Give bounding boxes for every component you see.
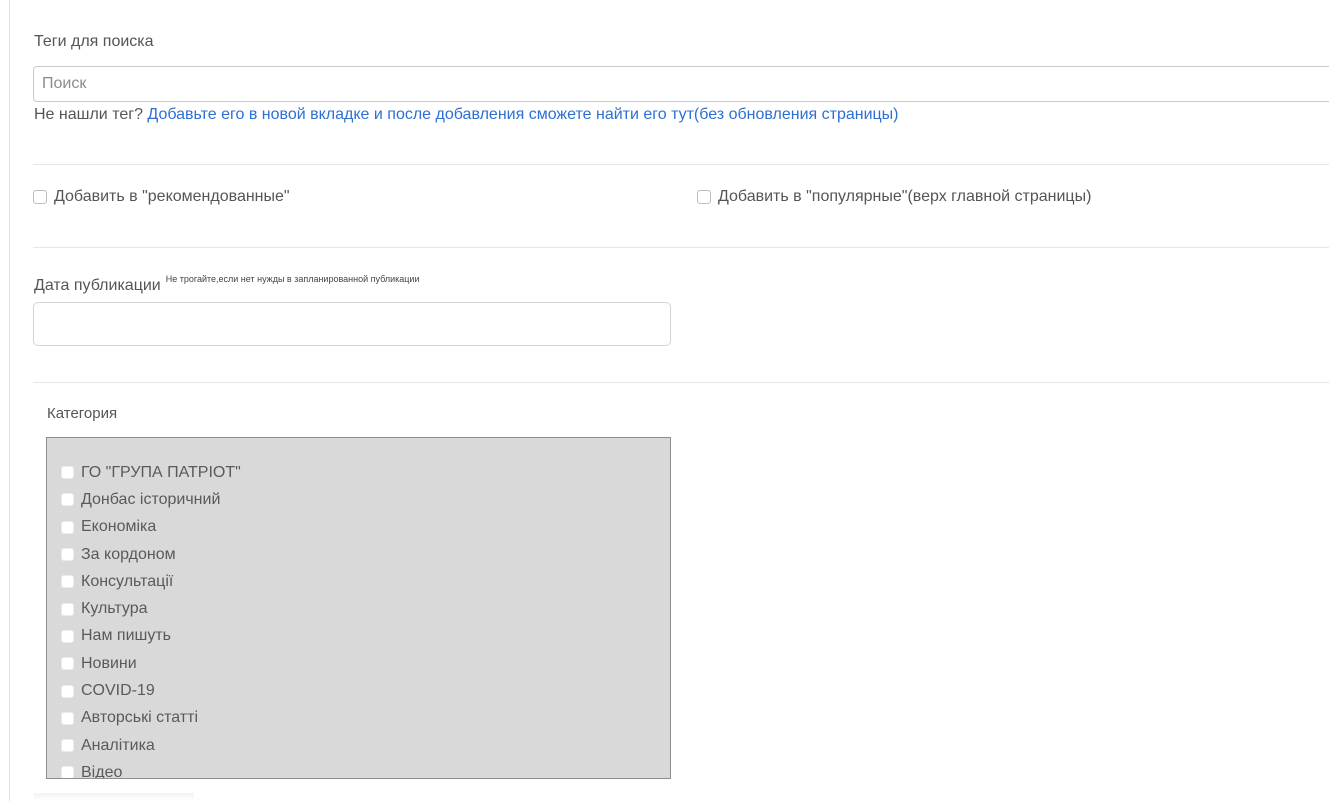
category-item[interactable]: Авторські статті (47, 705, 670, 732)
recommended-checkbox[interactable] (33, 190, 47, 204)
left-border (9, 0, 10, 801)
publication-date-title: Дата публикации (34, 277, 161, 294)
divider (33, 164, 1329, 165)
publication-date-input[interactable] (33, 302, 671, 346)
category-checkbox[interactable] (61, 766, 74, 778)
publication-date-note: Не трогайте,если нет нужды в запланирова… (165, 274, 420, 284)
category-item[interactable]: Відео (47, 759, 670, 779)
category-item[interactable]: ГО "ГРУПА ПАТРІОТ" (47, 459, 670, 486)
category-item[interactable]: Аналітика (47, 732, 670, 759)
category-item-label: Економіка (81, 518, 157, 536)
category-checkbox[interactable] (61, 602, 74, 616)
divider (33, 382, 1329, 383)
publication-date-label: Дата публикации Не трогайте,если нет нужд… (34, 274, 419, 295)
category-item-label: Відео (81, 763, 123, 779)
category-checkbox[interactable] (61, 739, 74, 753)
category-label: Категория (47, 405, 118, 422)
category-item[interactable]: Донбас історичний (47, 486, 670, 513)
category-item-label: Консультації (81, 572, 174, 590)
recommended-label: Добавить в "рекомендованные" (54, 188, 290, 205)
category-item-label: ГО "ГРУПА ПАТРІОТ" (81, 463, 241, 481)
category-item[interactable]: За кордоном (47, 541, 670, 568)
category-item-label: Донбас історичний (81, 490, 221, 508)
cut-off-content (34, 793, 194, 801)
category-item-label: Аналітика (81, 736, 155, 754)
category-checkbox[interactable] (61, 575, 74, 589)
divider (33, 247, 1329, 248)
add-tag-link[interactable]: Добавьте его в новой вкладке и после доб… (147, 106, 898, 123)
popular-checkbox[interactable] (697, 190, 711, 204)
tags-label: Теги для поиска (34, 33, 154, 50)
category-item[interactable]: Консультації (47, 568, 670, 595)
popular-option[interactable]: Добавить в "популярные"(верх главной стр… (697, 188, 1091, 206)
category-item[interactable]: Нам пишуть (47, 623, 670, 650)
category-item[interactable]: Економіка (47, 514, 670, 541)
recommended-option[interactable]: Добавить в "рекомендованные" (33, 188, 290, 206)
category-item-label: Нам пишуть (81, 627, 171, 645)
category-item-label: Новини (81, 654, 137, 672)
popular-label: Добавить в "популярные"(верх главной стр… (718, 188, 1092, 205)
category-checkbox[interactable] (61, 657, 74, 671)
category-item-label: Культура (81, 600, 148, 618)
category-checkbox[interactable] (61, 466, 74, 480)
category-item[interactable]: COVID-19 (47, 677, 670, 704)
category-item-label: За кордоном (81, 545, 176, 563)
tag-hint-prefix: Не нашли тег? (34, 106, 148, 123)
category-item[interactable]: Культура (47, 595, 670, 622)
category-item[interactable]: Новини (47, 650, 670, 677)
category-item-label: Авторські статті (81, 709, 199, 727)
category-checkbox[interactable] (61, 520, 74, 534)
category-list[interactable]: ГО "ГРУПА ПАТРІОТ" Донбас історичний Еконо… (46, 437, 671, 779)
category-checkbox[interactable] (61, 684, 74, 698)
category-item-label: COVID-19 (81, 682, 155, 700)
tag-search-input[interactable] (33, 66, 1329, 102)
category-checkbox[interactable] (61, 629, 74, 643)
category-checkbox[interactable] (61, 711, 74, 725)
tag-hint: Не нашли тег? Добавьте его в новой вклад… (34, 106, 899, 124)
category-checkbox[interactable] (61, 493, 74, 507)
category-checkbox[interactable] (61, 548, 74, 562)
